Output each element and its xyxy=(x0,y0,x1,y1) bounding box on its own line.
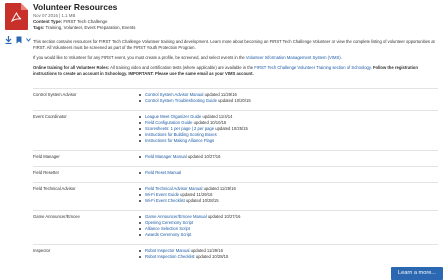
intro-text: This section contains resources for FIRS… xyxy=(33,39,438,81)
tags-label: Tags: xyxy=(33,24,45,30)
resource-link[interactable]: Instructions for Making Alliance Flags xyxy=(145,138,214,143)
resource-updated-note: updated 10/27/16 xyxy=(186,154,221,159)
resource-updated-note: updated 11/29/16 xyxy=(202,186,236,191)
resource-link[interactable]: Wi-Fi Event Checklist xyxy=(145,198,185,203)
resource-list: Field Manager Manual updated 10/27/16 xyxy=(139,154,220,160)
resource-updated-note: updated 10/20/15 xyxy=(216,98,251,103)
learn-more-button[interactable]: Learn a more... xyxy=(391,267,443,280)
role-row: Field Manager Field Manager Manual update… xyxy=(33,150,438,166)
role-row: Game Announcer/Emcee Game Announcer/Emcee… xyxy=(33,210,438,244)
resource-link[interactable]: Robot Inspector Manual xyxy=(145,248,189,253)
resource-item: Awards Ceremony Script xyxy=(139,232,240,238)
resource-link[interactable]: Robot Inspection Checklist xyxy=(145,254,195,259)
chevron-down-icon[interactable] xyxy=(26,38,31,42)
resource-item: Control System Troubleshooting Guide upd… xyxy=(139,98,251,104)
role-name: Event Coordinator xyxy=(33,114,67,119)
tags-value: Training, Volunteer, Event Preparation, … xyxy=(45,24,136,30)
role-row: Field Technical Advisor Field Technical A… xyxy=(33,182,438,210)
resource-item: Field Manager Manual updated 10/27/16 xyxy=(139,154,220,160)
resource-list: Game Announcer/Emcee Manual updated 10/2… xyxy=(139,214,240,238)
resource-link[interactable]: Opening Ceremony Script xyxy=(145,220,193,225)
vims-paragraph: If you would like to Volunteer for any F… xyxy=(33,55,438,61)
vims-text: If you would like to Volunteer for any F… xyxy=(33,55,246,60)
resource-link[interactable]: Field Technical Advisor Manual xyxy=(145,186,202,191)
vims-link[interactable]: Volunteer Information Management System … xyxy=(246,55,342,60)
download-icon[interactable] xyxy=(5,36,12,44)
bookmark-icon[interactable] xyxy=(16,36,22,44)
resource-updated-note: updated 10/28/15 xyxy=(184,198,219,203)
resource-updated-note: updated 11/4/14 xyxy=(201,114,233,119)
role-name: Game Announcer/Emcee xyxy=(33,214,80,219)
resource-item: Wi-Fi Event Checklist updated 10/28/15 xyxy=(139,198,236,204)
role-row: Control System Advisor Control System Adv… xyxy=(33,88,438,110)
resource-list: Control System Advisor Manual updated 11… xyxy=(139,92,251,104)
schoology-link[interactable]: FIRST Tech Challenge Volunteer Training … xyxy=(254,65,372,70)
resource-link[interactable]: Field Configuration Guide xyxy=(145,120,193,125)
resource-updated-note: updated 11/29/16 xyxy=(189,248,223,253)
content-type-label: Content Type: xyxy=(33,19,63,24)
resource-link[interactable]: Alliance Selection Script xyxy=(145,226,190,231)
resource-list: Robot Inspector Manual updated 11/29/16 R… xyxy=(139,248,228,260)
resource-link[interactable]: Instructions for Building Scoring Boxes xyxy=(145,132,217,137)
intro-paragraph: This section contains resources for FIRS… xyxy=(33,39,435,50)
resource-updated-note: updated 10/10/15 xyxy=(192,120,227,125)
resource-link[interactable]: Field Reset Manual xyxy=(145,170,181,175)
volunteer-roles-table: Control System Advisor Control System Adv… xyxy=(33,88,438,266)
training-text: All training video and certification tes… xyxy=(109,65,255,70)
role-name: Inspector xyxy=(33,248,51,253)
resource-link[interactable]: Awards Ceremony Script xyxy=(145,232,191,237)
role-name: Field Manager xyxy=(33,154,60,159)
role-name: Control System Advisor xyxy=(33,92,77,97)
resource-updated-note: updated 11/29/16 xyxy=(178,192,213,197)
training-paragraph: Online training for all Volunteer Roles:… xyxy=(33,65,438,77)
resource-link[interactable]: League Meet Organizer Guide xyxy=(145,114,201,119)
role-name: Field Technical Advisor xyxy=(33,186,76,191)
resource-updated-note: updated 10/27/16 xyxy=(206,214,241,219)
resource-updated-note: updated 10/28/15 xyxy=(194,254,229,259)
resource-link[interactable]: Control System Troubleshooting Guide xyxy=(145,98,217,103)
resource-item: Instructions for Making Alliance Flags xyxy=(139,138,248,144)
pdf-file-icon xyxy=(5,3,28,30)
document-title: Volunteer Resources xyxy=(33,2,118,12)
resource-item: Field Reset Manual xyxy=(139,170,181,176)
role-name: Field Resetter xyxy=(33,170,60,175)
resource-link[interactable]: Wi-Fi Event Guide xyxy=(145,192,179,197)
resource-updated-note: updated 11/29/16 xyxy=(203,92,237,97)
tags: Tags: Training, Volunteer, Event Prepara… xyxy=(33,25,438,31)
file-actions xyxy=(5,36,31,44)
resource-link[interactable]: Field Manager Manual xyxy=(145,154,187,159)
resource-item: Robot Inspection Checklist updated 10/28… xyxy=(139,254,228,260)
training-label: Online training for all Volunteer Roles: xyxy=(33,65,110,70)
role-row: Event Coordinator League Meet Organizer G… xyxy=(33,110,438,150)
resource-updated-note: updated 10/25/15 xyxy=(214,126,248,131)
resource-list: Field Reset Manual xyxy=(139,170,181,176)
content-type-value: FIRST Tech Challenge xyxy=(63,19,108,24)
role-row: Field Resetter Field Reset Manual xyxy=(33,166,438,182)
document-header: Volunteer Resources Nov 07 2016 | 1.1 MB… xyxy=(33,2,438,31)
resource-list: League Meet Organizer Guide updated 11/4… xyxy=(139,114,248,144)
resource-list: Field Technical Advisor Manual updated 1… xyxy=(139,186,236,204)
resource-link[interactable]: Game Announcer/Emcee Manual xyxy=(145,214,207,219)
acrobat-icon xyxy=(11,12,22,22)
role-row: Inspector Robot Inspector Manual updated … xyxy=(33,244,438,266)
resource-link[interactable]: Control System Advisor Manual xyxy=(145,92,203,97)
resource-link[interactable]: Scoresheets: 1 per page | 2 per page xyxy=(145,126,214,131)
